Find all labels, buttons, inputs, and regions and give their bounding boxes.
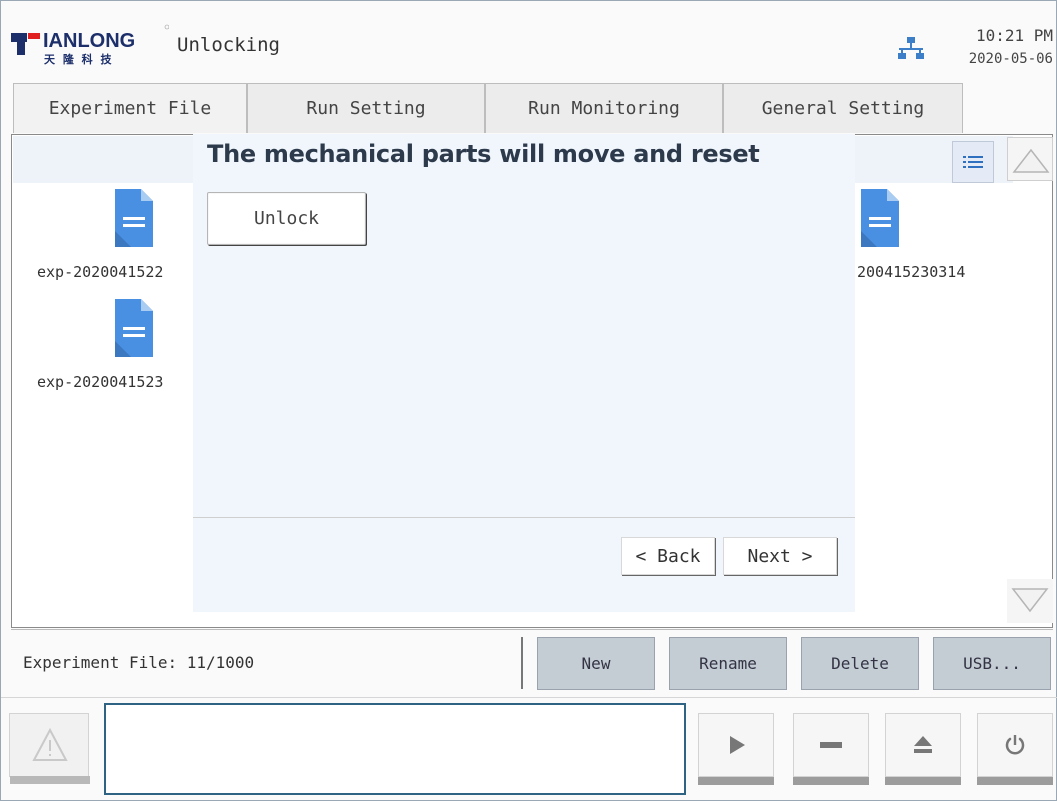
warning-button[interactable]	[9, 713, 90, 784]
document-icon	[115, 299, 153, 357]
delete-button[interactable]: Delete	[801, 637, 919, 690]
brand-subtext: 天 隆 科 技	[44, 52, 114, 66]
window-title: Unlocking	[177, 34, 280, 56]
unlock-wizard-dialog: The mechanical parts will move and reset…	[193, 134, 855, 612]
tab-experiment-file[interactable]: Experiment File	[13, 83, 247, 133]
file-label: exp-2020041523	[37, 373, 164, 391]
next-button[interactable]: Next >	[723, 537, 837, 575]
toolbar-separator	[521, 637, 523, 689]
brand-text: IANLONG	[43, 30, 135, 52]
file-item[interactable]	[859, 187, 901, 249]
wizard-divider	[193, 517, 855, 518]
stop-button[interactable]	[793, 713, 869, 785]
rename-button[interactable]: Rename	[669, 637, 787, 690]
app-window: IANLONG 天 隆 科 技 Unlocking 10:21 PM 2020-…	[0, 0, 1057, 801]
document-icon	[861, 189, 899, 247]
experiment-file-count: Experiment File: 11/1000	[23, 653, 255, 672]
toolbar-divider	[11, 629, 1053, 630]
unlock-button[interactable]: Unlock	[207, 192, 366, 245]
footer-divider	[1, 697, 1057, 698]
play-icon	[730, 736, 745, 754]
warning-icon	[32, 727, 68, 761]
chevron-up-icon	[1012, 148, 1050, 173]
play-button[interactable]	[698, 713, 774, 785]
stop-icon	[820, 742, 842, 748]
file-label: 200415230314	[857, 263, 966, 281]
list-view-icon	[963, 156, 983, 168]
message-box	[104, 703, 686, 795]
scroll-up-button[interactable]	[1007, 137, 1053, 181]
back-button[interactable]: < Back	[621, 537, 715, 575]
scroll-down-button[interactable]	[1007, 579, 1053, 623]
clock-time: 10:21 PM	[975, 26, 1053, 45]
usb-button[interactable]: USB...	[933, 637, 1051, 690]
new-button[interactable]: New	[537, 637, 655, 690]
network-icon	[897, 35, 925, 61]
document-icon	[115, 189, 153, 247]
tab-run-setting[interactable]: Run Setting	[247, 83, 485, 133]
eject-button[interactable]	[885, 713, 961, 785]
chevron-down-icon	[1011, 588, 1049, 613]
power-icon	[1005, 735, 1025, 755]
clock-date: 2020-05-06	[968, 51, 1053, 67]
clock: 10:21 PM 2020-05-06	[969, 24, 1053, 70]
list-view-button[interactable]	[952, 141, 994, 183]
power-button[interactable]	[977, 713, 1053, 785]
wizard-heading: The mechanical parts will move and reset	[207, 140, 760, 168]
eject-icon	[914, 736, 932, 753]
file-label: exp-2020041522	[37, 263, 164, 281]
file-item[interactable]	[113, 187, 155, 249]
tab-run-monitoring[interactable]: Run Monitoring	[485, 83, 723, 133]
tab-general-setting[interactable]: General Setting	[723, 83, 963, 133]
file-item[interactable]	[113, 297, 155, 359]
tianlong-logo: IANLONG 天 隆 科 技	[9, 21, 170, 69]
